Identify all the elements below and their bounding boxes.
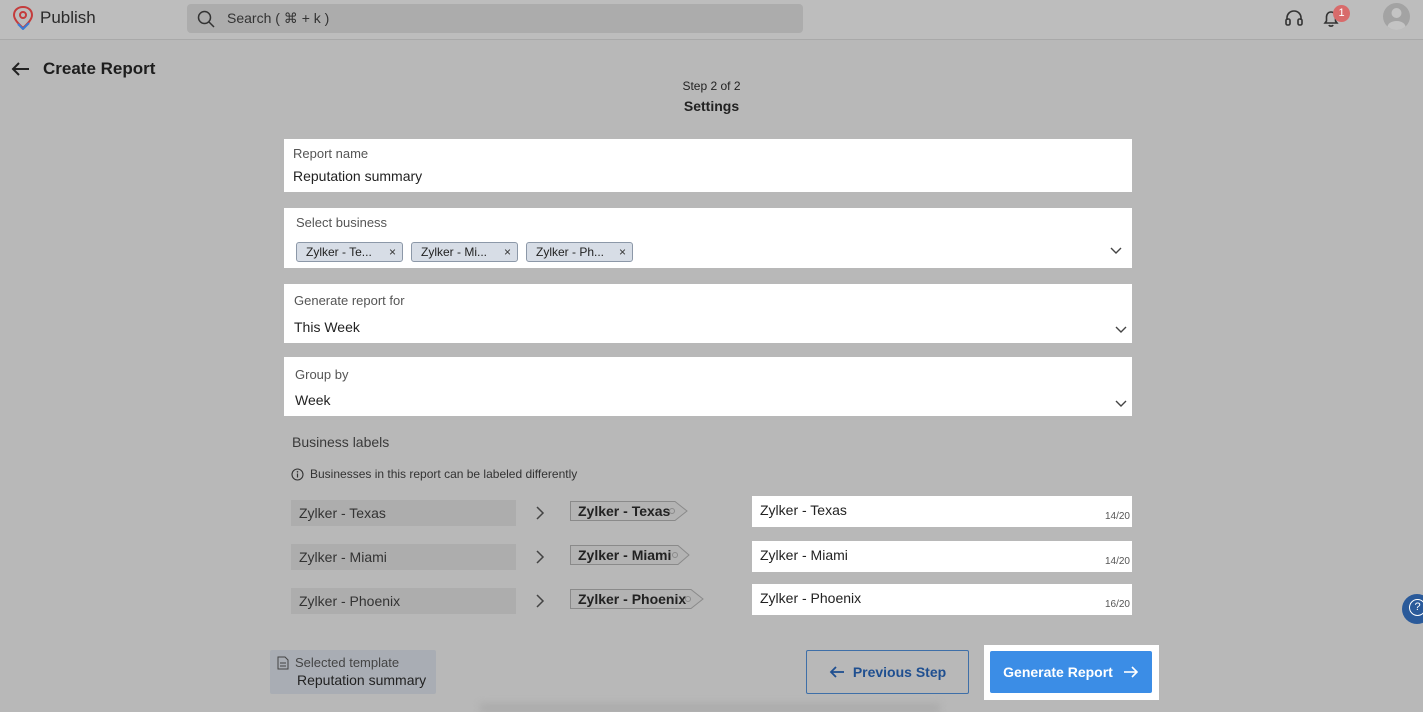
app-name: Publish xyxy=(40,8,96,27)
business-source-label: Zylker - Phoenix xyxy=(291,588,516,614)
generate-report-label: Generate Report xyxy=(1003,664,1113,680)
group-by-label: Group by xyxy=(295,367,349,382)
help-button[interactable]: ? xyxy=(1402,594,1423,624)
tag-label: Zylker - Miami xyxy=(578,547,672,563)
label-preview-tag: Zylker - Texas xyxy=(570,501,688,521)
search-placeholder: Search ( ⌘ + k ) xyxy=(227,10,330,26)
generate-for-value: This Week xyxy=(294,319,360,335)
chip-label: Zylker - Mi... xyxy=(421,245,487,259)
arrow-left-icon xyxy=(829,666,844,678)
chevron-right-icon xyxy=(536,506,545,520)
tag-label: Zylker - Phoenix xyxy=(578,591,687,607)
select-business-field[interactable]: Select business Zylker - Te... × Zylker … xyxy=(284,208,1132,268)
search-bar[interactable]: Search ( ⌘ + k ) xyxy=(187,4,803,33)
chevron-right-icon xyxy=(536,550,545,564)
app-logo[interactable]: Publish xyxy=(12,6,96,30)
business-source-label: Zylker - Miami xyxy=(291,544,516,570)
business-label-value[interactable]: Zylker - Miami xyxy=(760,547,848,563)
search-icon xyxy=(197,10,215,28)
bottom-shadow xyxy=(480,704,940,712)
template-label: Selected template xyxy=(295,655,400,670)
generate-for-label: Generate report for xyxy=(294,293,405,308)
business-labels-title: Business labels xyxy=(292,434,390,450)
generate-report-button[interactable]: Generate Report xyxy=(990,651,1152,693)
business-chip[interactable]: Zylker - Te... × xyxy=(296,242,403,262)
top-bar: Publish Search ( ⌘ + k ) 1 xyxy=(0,0,1423,40)
business-label-input[interactable]: Zylker - Phoenix 16/20 xyxy=(752,584,1132,615)
report-name-field[interactable]: Report name Reputation summary xyxy=(284,139,1132,192)
business-source-label: Zylker - Texas xyxy=(291,500,516,526)
headset-icon[interactable] xyxy=(1284,8,1304,28)
chevron-down-icon[interactable] xyxy=(1110,247,1122,255)
label-preview-tag: Zylker - Phoenix xyxy=(570,589,704,609)
business-label-value[interactable]: Zylker - Texas xyxy=(760,502,847,518)
help-icon: ? xyxy=(1409,599,1423,616)
arrow-right-icon xyxy=(1123,666,1138,678)
chevron-right-icon xyxy=(536,594,545,608)
document-icon xyxy=(277,656,289,670)
business-labels-info: Businesses in this report can be labeled… xyxy=(291,467,577,481)
selected-template-card[interactable]: Selected template Reputation summary xyxy=(270,650,436,694)
chip-label: Zylker - Te... xyxy=(306,245,372,259)
report-name-value[interactable]: Reputation summary xyxy=(293,168,422,184)
report-name-label: Report name xyxy=(293,146,369,161)
step-title: Settings xyxy=(683,98,740,114)
template-value: Reputation summary xyxy=(297,672,427,688)
previous-step-button[interactable]: Previous Step xyxy=(806,650,969,694)
char-counter: 16/20 xyxy=(1104,599,1130,610)
chip-label: Zylker - Ph... xyxy=(536,245,605,259)
business-chip[interactable]: Zylker - Mi... × xyxy=(411,242,518,262)
publish-logo-icon xyxy=(12,6,34,30)
notification-badge: 1 xyxy=(1333,5,1350,22)
back-arrow-icon[interactable] xyxy=(10,60,30,78)
select-business-label: Select business xyxy=(296,215,388,230)
generate-for-select[interactable]: Generate report for This Week xyxy=(284,284,1132,343)
business-chip[interactable]: Zylker - Ph... × xyxy=(526,242,633,262)
close-icon[interactable]: × xyxy=(389,245,396,259)
business-label-input[interactable]: Zylker - Miami 14/20 xyxy=(752,541,1132,572)
user-icon xyxy=(1387,8,1406,30)
step-indicator: Step 2 of 2 xyxy=(682,79,741,93)
chevron-down-icon[interactable] xyxy=(1115,400,1127,408)
tag-label: Zylker - Texas xyxy=(578,503,671,519)
generate-report-highlight: Generate Report xyxy=(984,645,1159,700)
close-icon[interactable]: × xyxy=(504,245,511,259)
char-counter: 14/20 xyxy=(1104,556,1130,567)
group-by-value: Week xyxy=(295,392,331,408)
info-text: Businesses in this report can be labeled… xyxy=(310,467,578,481)
info-icon xyxy=(291,467,304,481)
avatar[interactable] xyxy=(1383,3,1410,30)
label-preview-tag: Zylker - Miami xyxy=(570,545,690,565)
group-by-select[interactable]: Group by Week xyxy=(284,357,1132,416)
business-label-value[interactable]: Zylker - Phoenix xyxy=(760,590,861,606)
business-label-input[interactable]: Zylker - Texas 14/20 xyxy=(752,496,1132,527)
page-title: Create Report xyxy=(43,59,156,78)
char-counter: 14/20 xyxy=(1104,511,1130,522)
chevron-down-icon[interactable] xyxy=(1115,326,1127,334)
close-icon[interactable]: × xyxy=(619,245,626,259)
previous-step-label: Previous Step xyxy=(852,664,947,680)
